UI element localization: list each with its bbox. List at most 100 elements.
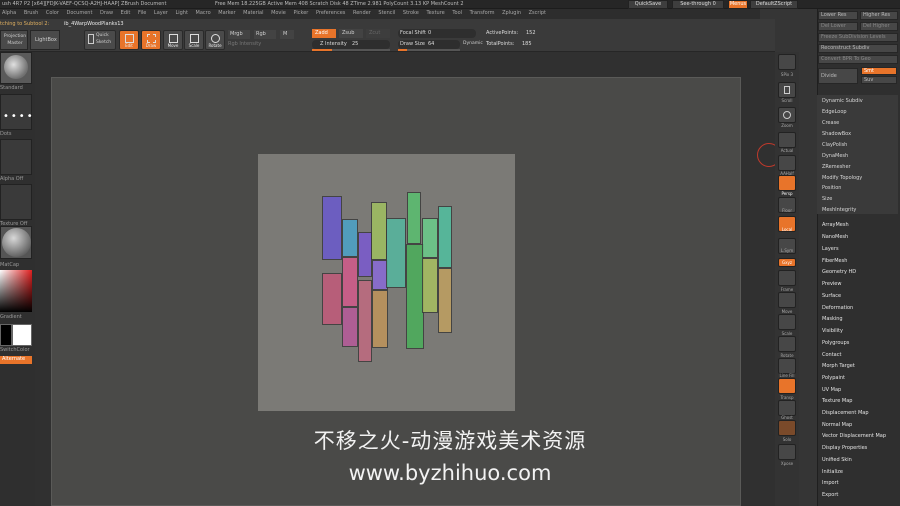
divide-button[interactable]: Divide <box>818 68 858 84</box>
scroll-button[interactable] <box>778 82 796 98</box>
palette-size[interactable]: Size <box>822 196 832 203</box>
focal-shift-slider[interactable]: Focal Shift 0 <box>398 29 476 38</box>
palette-position[interactable]: Position <box>822 185 841 192</box>
aahalf-button[interactable] <box>778 155 796 171</box>
menu-picker[interactable]: Picker <box>293 10 308 17</box>
palette-nanomesh[interactable]: NanoMesh <box>822 234 848 241</box>
move-view-button[interactable] <box>778 292 796 308</box>
stroke-thumbnail[interactable]: •••• <box>0 94 33 130</box>
palette-import[interactable]: Import <box>822 480 839 487</box>
menu-zscript[interactable]: Zscript <box>529 10 546 17</box>
palette-polypaint[interactable]: Polypaint <box>822 375 845 382</box>
palette-deformation[interactable]: Deformation <box>822 305 853 312</box>
palette-dynamic-subdiv[interactable]: Dynamic Subdiv <box>822 98 863 105</box>
secondary-color-swatch[interactable] <box>12 324 32 346</box>
brush-thumbnail[interactable] <box>0 52 32 84</box>
zcut-button[interactable]: Zcut <box>366 29 390 38</box>
palette-crease[interactable]: Crease <box>822 120 839 127</box>
del-lower-button[interactable]: Del Lower <box>818 22 858 31</box>
menu-edit[interactable]: Edit <box>121 10 131 17</box>
document-canvas[interactable] <box>258 154 515 411</box>
palette-polygroups[interactable]: Polygroups <box>822 340 849 347</box>
palette-zremesher[interactable]: ZRemesher <box>822 164 851 171</box>
palette-visibility[interactable]: Visibility <box>822 328 843 335</box>
menu-color[interactable]: Color <box>46 10 59 17</box>
mrgb-button[interactable]: Mrgb <box>228 30 250 39</box>
quick-sketch-button[interactable]: Quick Sketch <box>84 30 116 50</box>
menu-stencil[interactable]: Stencil <box>378 10 395 17</box>
edit-button[interactable]: Edit <box>119 30 139 50</box>
palette-surface[interactable]: Surface <box>822 293 841 300</box>
palette-meshintegrity[interactable]: MeshIntegrity <box>822 207 856 214</box>
rotate-view-button[interactable] <box>778 336 796 352</box>
linefill-button[interactable] <box>778 358 796 374</box>
menu-brush[interactable]: Brush <box>24 10 38 17</box>
menu-transform[interactable]: Transform <box>470 10 495 17</box>
m-button[interactable]: M <box>280 30 294 39</box>
menu-preferences[interactable]: Preferences <box>316 10 345 17</box>
palette-modify-topology[interactable]: Modify Topology <box>822 175 862 182</box>
freeze-subdivision-button[interactable]: Freeze SubDivision Levels <box>818 33 898 42</box>
xpose-button[interactable] <box>778 444 796 460</box>
palette-layers[interactable]: Layers <box>822 246 839 253</box>
menu-stroke[interactable]: Stroke <box>403 10 419 17</box>
z-intensity-slider[interactable]: Z Intensity 25 <box>312 40 390 49</box>
menu-document[interactable]: Document <box>67 10 93 17</box>
palette-dynamesh[interactable]: DynaMesh <box>822 153 848 160</box>
menu-file[interactable]: File <box>138 10 146 17</box>
palette-texture-map[interactable]: Texture Map <box>822 398 852 405</box>
menu-texture[interactable]: Texture <box>426 10 444 17</box>
move-button[interactable]: Move <box>163 30 183 50</box>
menu-zplugin[interactable]: Zplugin <box>502 10 521 17</box>
palette-contact[interactable]: Contact <box>822 352 841 359</box>
material-thumbnail[interactable] <box>0 226 32 259</box>
quicksave-button[interactable]: QuickSave <box>628 0 668 9</box>
switch-color-label[interactable]: SwitchColor <box>0 347 30 354</box>
menu-draw[interactable]: Draw <box>100 10 113 17</box>
rgb-intensity-slider[interactable]: Rgb Intensity <box>228 41 261 48</box>
palette-morph-target[interactable]: Morph Target <box>822 363 855 370</box>
draw-size-slider[interactable]: Draw Size 64 <box>398 40 460 49</box>
texture-thumbnail[interactable] <box>0 184 32 220</box>
palette-masking[interactable]: Masking <box>822 316 843 323</box>
palette-claypolish[interactable]: ClayPolish <box>822 142 847 149</box>
main-color-swatch[interactable] <box>0 324 12 346</box>
ghost-button[interactable] <box>778 400 796 416</box>
palette-normal-map[interactable]: Normal Map <box>822 422 852 429</box>
lower-res-button[interactable]: Lower Res <box>818 11 858 20</box>
smt-toggle[interactable]: Smt <box>861 67 897 75</box>
palette-unified-skin[interactable]: Unified Skin <box>822 457 852 464</box>
scale-view-button[interactable] <box>778 314 796 330</box>
palette-arraymesh[interactable]: ArrayMesh <box>822 222 849 229</box>
reconstruct-subdiv-button[interactable]: Reconstruct Subdiv <box>818 44 898 53</box>
seethrough-slider[interactable]: See-through 0 <box>672 0 724 9</box>
zsub-button[interactable]: Zsub <box>339 29 363 38</box>
palette-edgeloop[interactable]: EdgeLoop <box>822 109 847 116</box>
palette-display-properties[interactable]: Display Properties <box>822 445 867 452</box>
palette-preview[interactable]: Preview <box>822 281 841 288</box>
palette-uv-map[interactable]: UV Map <box>822 387 841 394</box>
transp-button[interactable] <box>778 378 796 394</box>
palette-fibermesh[interactable]: FiberMesh <box>822 258 847 265</box>
higher-res-button[interactable]: Higher Res <box>860 11 898 20</box>
draw-button[interactable]: Draw <box>141 30 161 50</box>
solo-button[interactable] <box>778 420 796 436</box>
persp-button[interactable] <box>778 175 796 191</box>
menu-layer[interactable]: Layer <box>154 10 168 17</box>
dynamic-toggle[interactable]: Dynamic <box>463 40 483 47</box>
lightbox-button[interactable]: LightBox <box>30 30 60 50</box>
del-higher-button[interactable]: Del Higher <box>860 22 898 31</box>
frame-button[interactable] <box>778 270 796 286</box>
zadd-button[interactable]: Zadd <box>312 29 336 38</box>
palette-shadowbox[interactable]: ShadowBox <box>822 131 851 138</box>
convert-bpr-button[interactable]: Convert BPR To Geo <box>818 55 898 64</box>
actual-button[interactable] <box>778 132 796 148</box>
palette-displacement-map[interactable]: Displacement Map <box>822 410 869 417</box>
zoom-button[interactable] <box>778 107 796 123</box>
menu-material[interactable]: Material <box>243 10 263 17</box>
menu-movie[interactable]: Movie <box>271 10 286 17</box>
projection-master-button[interactable]: Projection Master <box>0 30 28 50</box>
menu-macro[interactable]: Macro <box>196 10 211 17</box>
palette-vector-displacement-map[interactable]: Vector Displacement Map <box>822 433 886 440</box>
menus-button[interactable]: Menus <box>728 0 748 9</box>
